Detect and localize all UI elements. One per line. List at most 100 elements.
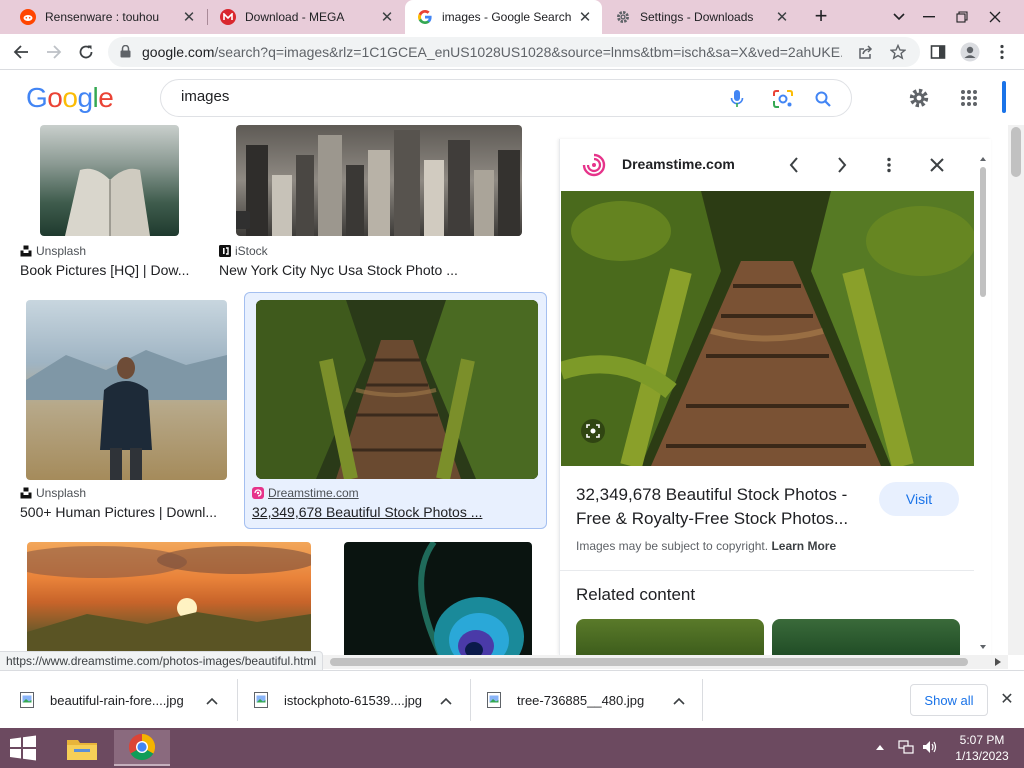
tab-mega[interactable]: Download - MEGA ✕ [208,0,404,34]
result-image-book[interactable] [40,125,179,236]
preview-site-name[interactable]: Dreamstime.com [622,156,735,172]
related-image-1[interactable] [576,619,764,655]
side-panel-icon[interactable] [924,38,952,66]
preview-image-forest-bridge[interactable] [561,191,974,466]
chrome-menu-icon[interactable] [988,38,1016,66]
tab-google-images[interactable]: images - Google Search ✕ [405,0,602,34]
network-icon[interactable] [898,739,914,758]
forward-arrow-icon[interactable] [40,38,68,66]
more-options-icon[interactable] [877,153,901,177]
result-caption[interactable]: Book Pictures [HQ] | Dow... [20,262,195,278]
settings-icon [615,9,631,25]
download-divider [702,679,703,721]
download-options-chevron-icon[interactable] [440,693,452,708]
related-image-2[interactable] [772,619,960,655]
image-results-grid: Unsplash Book Pictures [HQ] | Dow... iSt… [0,125,556,655]
close-tab-icon[interactable]: ✕ [773,8,791,26]
tab-title: Settings - Downloads [640,10,754,24]
result-source[interactable]: Dreamstime.com [252,486,359,500]
result-source[interactable]: Unsplash [20,486,86,500]
restore-icon[interactable] [945,0,979,34]
result-image-human[interactable] [26,300,227,480]
divider [560,570,974,571]
google-icon [417,9,433,25]
show-hidden-icons-icon[interactable] [876,739,884,753]
volume-icon[interactable] [922,739,938,758]
close-tab-icon[interactable]: ✕ [378,8,396,26]
tab-settings-downloads[interactable]: Settings - Downloads ✕ [603,0,799,34]
lens-camera-icon[interactable] [771,87,795,111]
bookmark-star-icon[interactable] [884,38,912,66]
microphone-icon[interactable] [725,87,749,111]
source-name: Unsplash [36,244,87,258]
result-image-peacock[interactable] [344,542,532,655]
previous-chevron-icon[interactable] [782,153,806,177]
settings-gear-icon[interactable] [906,85,932,111]
address-bar[interactable]: google.com/search?q=images&rlz=1C1GCEA_e… [108,37,920,67]
result-image-new-york[interactable] [236,125,522,236]
page-vertical-scrollbar[interactable] [1008,125,1024,655]
visit-button[interactable]: Visit [879,482,959,516]
dreamstime-logo-icon[interactable] [582,153,606,182]
learn-more-link[interactable]: Learn More [771,539,836,553]
close-preview-icon[interactable] [925,153,949,177]
download-divider [237,679,238,721]
google-logo[interactable]: Google [26,82,114,114]
tab-rensenware[interactable]: Rensenware : touhou ✕ [8,0,206,34]
share-icon[interactable] [852,38,880,66]
lens-search-image-icon[interactable] [581,419,605,448]
close-window-icon[interactable] [978,0,1012,34]
profile-avatar-icon[interactable] [956,38,984,66]
reload-icon[interactable] [72,38,100,66]
account-indicator[interactable] [1002,81,1006,113]
google-apps-grid-icon[interactable] [956,85,982,111]
close-tab-icon[interactable]: ✕ [576,8,594,26]
download-item[interactable]: istockphoto-61539....jpg [254,679,464,721]
file-explorer-icon[interactable] [54,730,110,766]
minimize-icon[interactable] [912,0,946,34]
search-input[interactable] [181,88,681,105]
unsplash-icon [20,245,32,257]
lock-icon[interactable] [120,44,131,63]
browser-toolbar: google.com/search?q=images&rlz=1C1GCEA_e… [0,34,1024,70]
result-caption[interactable]: New York City Nyc Usa Stock Photo ... [219,262,519,278]
result-source[interactable]: iStock [219,244,268,258]
system-clock[interactable]: 5:07 PM 1/13/2023 [950,732,1014,764]
related-content-heading: Related content [576,585,696,604]
scrollbar-thumb[interactable] [330,658,968,666]
image-preview-panel: Dreamstime.com 32,349,678 Beautiful Stoc… [559,139,991,655]
download-options-chevron-icon[interactable] [673,693,685,708]
result-image-sunset[interactable] [27,542,311,655]
chrome-taskbar-icon[interactable] [114,730,170,766]
back-arrow-icon[interactable] [7,38,35,66]
download-item[interactable]: tree-736885__480.jpg [487,679,697,721]
download-filename: beautiful-rain-fore....jpg [50,692,184,708]
download-item[interactable]: beautiful-rain-fore....jpg [20,679,230,721]
search-icon[interactable] [811,87,835,111]
next-chevron-icon[interactable] [830,153,854,177]
copyright-text: Images may be subject to copyright. [576,539,769,553]
close-tab-icon[interactable]: ✕ [180,8,198,26]
result-caption[interactable]: 500+ Human Pictures | Downl... [20,504,220,520]
windows-start-icon[interactable] [8,735,38,761]
result-source[interactable]: Unsplash [20,244,86,258]
download-options-chevron-icon[interactable] [206,693,218,708]
tab-search-chevron-icon[interactable] [882,0,916,34]
new-tab-button[interactable]: + [808,5,834,29]
scrollbar-thumb[interactable] [1011,127,1021,177]
google-header: Google [0,71,1010,125]
reddit-icon [20,9,36,25]
preview-title[interactable]: 32,349,678 Beautiful Stock Photos - Free… [576,483,866,531]
source-name: iStock [235,244,268,258]
windows-taskbar: 5:07 PM 1/13/2023 [0,728,1024,768]
result-image-forest-bridge[interactable] [256,300,538,479]
preview-scrollbar[interactable] [978,153,988,653]
close-downloads-bar-icon[interactable]: ✕ [996,688,1018,710]
clock-date: 1/13/2023 [955,749,1009,763]
scroll-right-arrow-icon[interactable] [995,658,1001,666]
url-text[interactable]: google.com/search?q=images&rlz=1C1GCEA_e… [142,44,842,60]
result-caption[interactable]: 32,349,678 Beautiful Stock Photos ... [252,504,492,520]
show-all-downloads-button[interactable]: Show all [910,684,988,716]
search-box [160,79,852,117]
download-divider [470,679,471,721]
